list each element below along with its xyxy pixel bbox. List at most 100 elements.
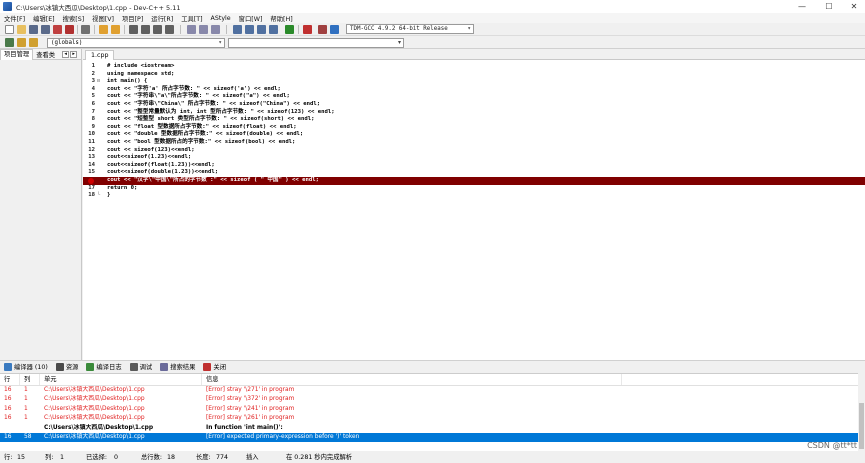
close-button[interactable]: ✕	[840, 0, 865, 13]
line-number[interactable]: 10	[83, 131, 95, 139]
code-line[interactable]: 1 # include <iostream>	[83, 63, 865, 71]
code-line[interactable]: 8 cout << "短整型 short 类型所占字节数: " << sizeof…	[83, 116, 865, 124]
tab-project-manager[interactable]: 项目管理	[0, 48, 34, 60]
line-number[interactable]: 4	[83, 86, 95, 94]
table-row[interactable]: 16 1 C:\Users\冰镇大西瓜\Desktop\1.cpp [Error] s…	[0, 414, 858, 423]
line-number[interactable]: 13	[83, 154, 95, 162]
column-header-unit[interactable]: 单元	[40, 374, 202, 385]
indent-left-icon[interactable]	[187, 25, 196, 34]
menu-run[interactable]: 运行[R]	[147, 14, 177, 23]
table-row[interactable]: 16 1 C:\Users\冰镇大西瓜\Desktop\1.cpp [Error] s…	[0, 395, 858, 404]
compile-icon[interactable]	[233, 25, 242, 34]
menu-view[interactable]: 视图[V]	[88, 14, 118, 23]
scrollbar-thumb[interactable]	[859, 403, 864, 449]
find-icon[interactable]	[129, 25, 138, 34]
code-line[interactable]: 3 ⊟ int main() {	[83, 78, 865, 86]
code-line[interactable]: 15 cout<<sizeof(double(1.23))<<endl;	[83, 169, 865, 177]
save-all-icon[interactable]	[41, 25, 50, 34]
table-row[interactable]: 16 58 C:\Users\冰镇大西瓜\Desktop\1.cpp [Error] …	[0, 432, 858, 443]
maximize-button[interactable]: ☐	[815, 0, 843, 13]
code-line[interactable]: 13 cout<<sizeof(1.23)<<endl;	[83, 154, 865, 162]
close-file-icon[interactable]	[53, 25, 62, 34]
globals-select[interactable]: (globals) ▾	[47, 38, 225, 48]
line-number[interactable]: 1	[83, 63, 95, 71]
toggle-bookmark-icon[interactable]	[17, 38, 26, 47]
undo-icon[interactable]	[99, 25, 108, 34]
code-editor[interactable]: 1 # include <iostream> 2 using namespace st…	[83, 63, 865, 200]
line-number[interactable]: 6	[83, 101, 95, 109]
line-number[interactable]: 2	[83, 71, 95, 79]
code-line[interactable]: 17 return 0;	[83, 185, 865, 193]
code-line[interactable]: 10 cout << "double 型数据所占字节数:" << sizeof(d…	[83, 131, 865, 139]
stop-execution-icon[interactable]	[303, 25, 312, 34]
code-line[interactable]: 2 using namespace std;	[83, 71, 865, 79]
line-number[interactable]: 12	[83, 147, 95, 155]
menu-tools[interactable]: 工具[T]	[177, 14, 206, 23]
line-number[interactable]: 15	[83, 169, 95, 177]
tab-close[interactable]: 关闭	[199, 362, 230, 371]
new-file-icon[interactable]	[5, 25, 14, 34]
check-syntax-icon[interactable]	[285, 25, 294, 34]
toggle-comment-icon[interactable]	[211, 25, 220, 34]
column-header-message[interactable]: 信息	[202, 374, 622, 385]
replace-icon[interactable]	[141, 25, 150, 34]
debug-icon[interactable]	[330, 25, 339, 34]
rebuild-icon[interactable]	[269, 25, 278, 34]
messages-scrollbar[interactable]	[858, 373, 865, 451]
menu-edit[interactable]: 编辑[E]	[29, 14, 59, 23]
tab-scroll-right-icon[interactable]: ▸	[70, 50, 78, 58]
tab-compile-log[interactable]: 编译日志	[82, 362, 125, 371]
members-select[interactable]: ▾	[228, 38, 404, 48]
print-icon[interactable]	[81, 25, 90, 34]
code-line[interactable]: 11 cout << "bool 型数据所占的字节数:" << sizeof(bo…	[83, 139, 865, 147]
menu-file[interactable]: 文件[F]	[0, 14, 29, 23]
menu-help[interactable]: 帮助[H]	[266, 14, 296, 23]
line-number[interactable]: 11	[83, 139, 95, 147]
menu-project[interactable]: 项目[P]	[118, 14, 147, 23]
insert-icon[interactable]	[5, 38, 14, 47]
compile-run-icon[interactable]	[257, 25, 266, 34]
tab-scroll-left-icon[interactable]: ◂	[62, 50, 70, 58]
code-line[interactable]: 14 cout<<sizeof(float(1.23))<<endl;	[83, 162, 865, 170]
tab-class-browser[interactable]: 查看类	[33, 50, 58, 59]
line-number[interactable]: 8	[83, 116, 95, 124]
save-icon[interactable]	[29, 25, 38, 34]
open-file-icon[interactable]	[17, 25, 26, 34]
profile-icon[interactable]	[318, 25, 327, 34]
menu-search[interactable]: 搜索[S]	[59, 14, 89, 23]
run-icon[interactable]	[245, 25, 254, 34]
goto-line-icon[interactable]	[165, 25, 174, 34]
compiler-select[interactable]: TDM-GCC 4.9.2 64-bit Release ▾	[346, 24, 474, 34]
close-all-icon[interactable]	[65, 25, 74, 34]
line-number[interactable]: 7	[83, 109, 95, 117]
column-header-col[interactable]: 列	[20, 374, 40, 385]
tab-debug[interactable]: 调试	[126, 362, 157, 371]
code-line[interactable]: 18 └}	[83, 192, 865, 200]
line-number[interactable]: 5	[83, 93, 95, 101]
tab-search-results[interactable]: 搜索结果	[156, 362, 199, 371]
code-line[interactable]: 12 cout << sizeof(123)<<endl;	[83, 147, 865, 155]
file-tab-1-cpp[interactable]: 1.cpp	[85, 50, 115, 60]
line-number[interactable]: 9	[83, 124, 95, 132]
code-line[interactable]: 5 cout << "字符串\"a\"所占字节数: " << sizeof("a"…	[83, 93, 865, 101]
table-row[interactable]: 16 1 C:\Users\冰镇大西瓜\Desktop\1.cpp [Error] s…	[0, 386, 858, 395]
minimize-button[interactable]: —	[788, 0, 816, 13]
table-row[interactable]: 16 1 C:\Users\冰镇大西瓜\Desktop\1.cpp [Error] s…	[0, 405, 858, 414]
code-line-error[interactable]: 16cout << "汉字\"中国\"所占的字节数 :" << sizeof (…	[83, 176, 865, 185]
fold-toggle-icon[interactable]: ⊟	[97, 78, 104, 86]
indent-right-icon[interactable]	[199, 25, 208, 34]
table-row[interactable]: C:\Users\冰镇大西瓜\Desktop\1.cpp In function …	[0, 424, 858, 433]
line-number[interactable]: 18	[83, 192, 95, 200]
column-header-line[interactable]: 行	[0, 374, 20, 385]
code-line[interactable]: 6 cout << "字符串\"China\" 所占字节数: " << sizeo…	[83, 101, 865, 109]
tab-compiler[interactable]: 编译器 (10)	[0, 362, 52, 371]
line-number[interactable]: 14	[83, 162, 95, 170]
menu-window[interactable]: 窗口[W]	[235, 14, 267, 23]
line-number[interactable]: 3	[83, 78, 95, 86]
line-number[interactable]: 17	[83, 185, 95, 193]
redo-icon[interactable]	[111, 25, 120, 34]
tab-resources[interactable]: 资源	[52, 362, 83, 371]
find-next-icon[interactable]	[153, 25, 162, 34]
menu-astyle[interactable]: AStyle	[207, 15, 235, 22]
goto-bookmark-icon[interactable]	[29, 38, 38, 47]
